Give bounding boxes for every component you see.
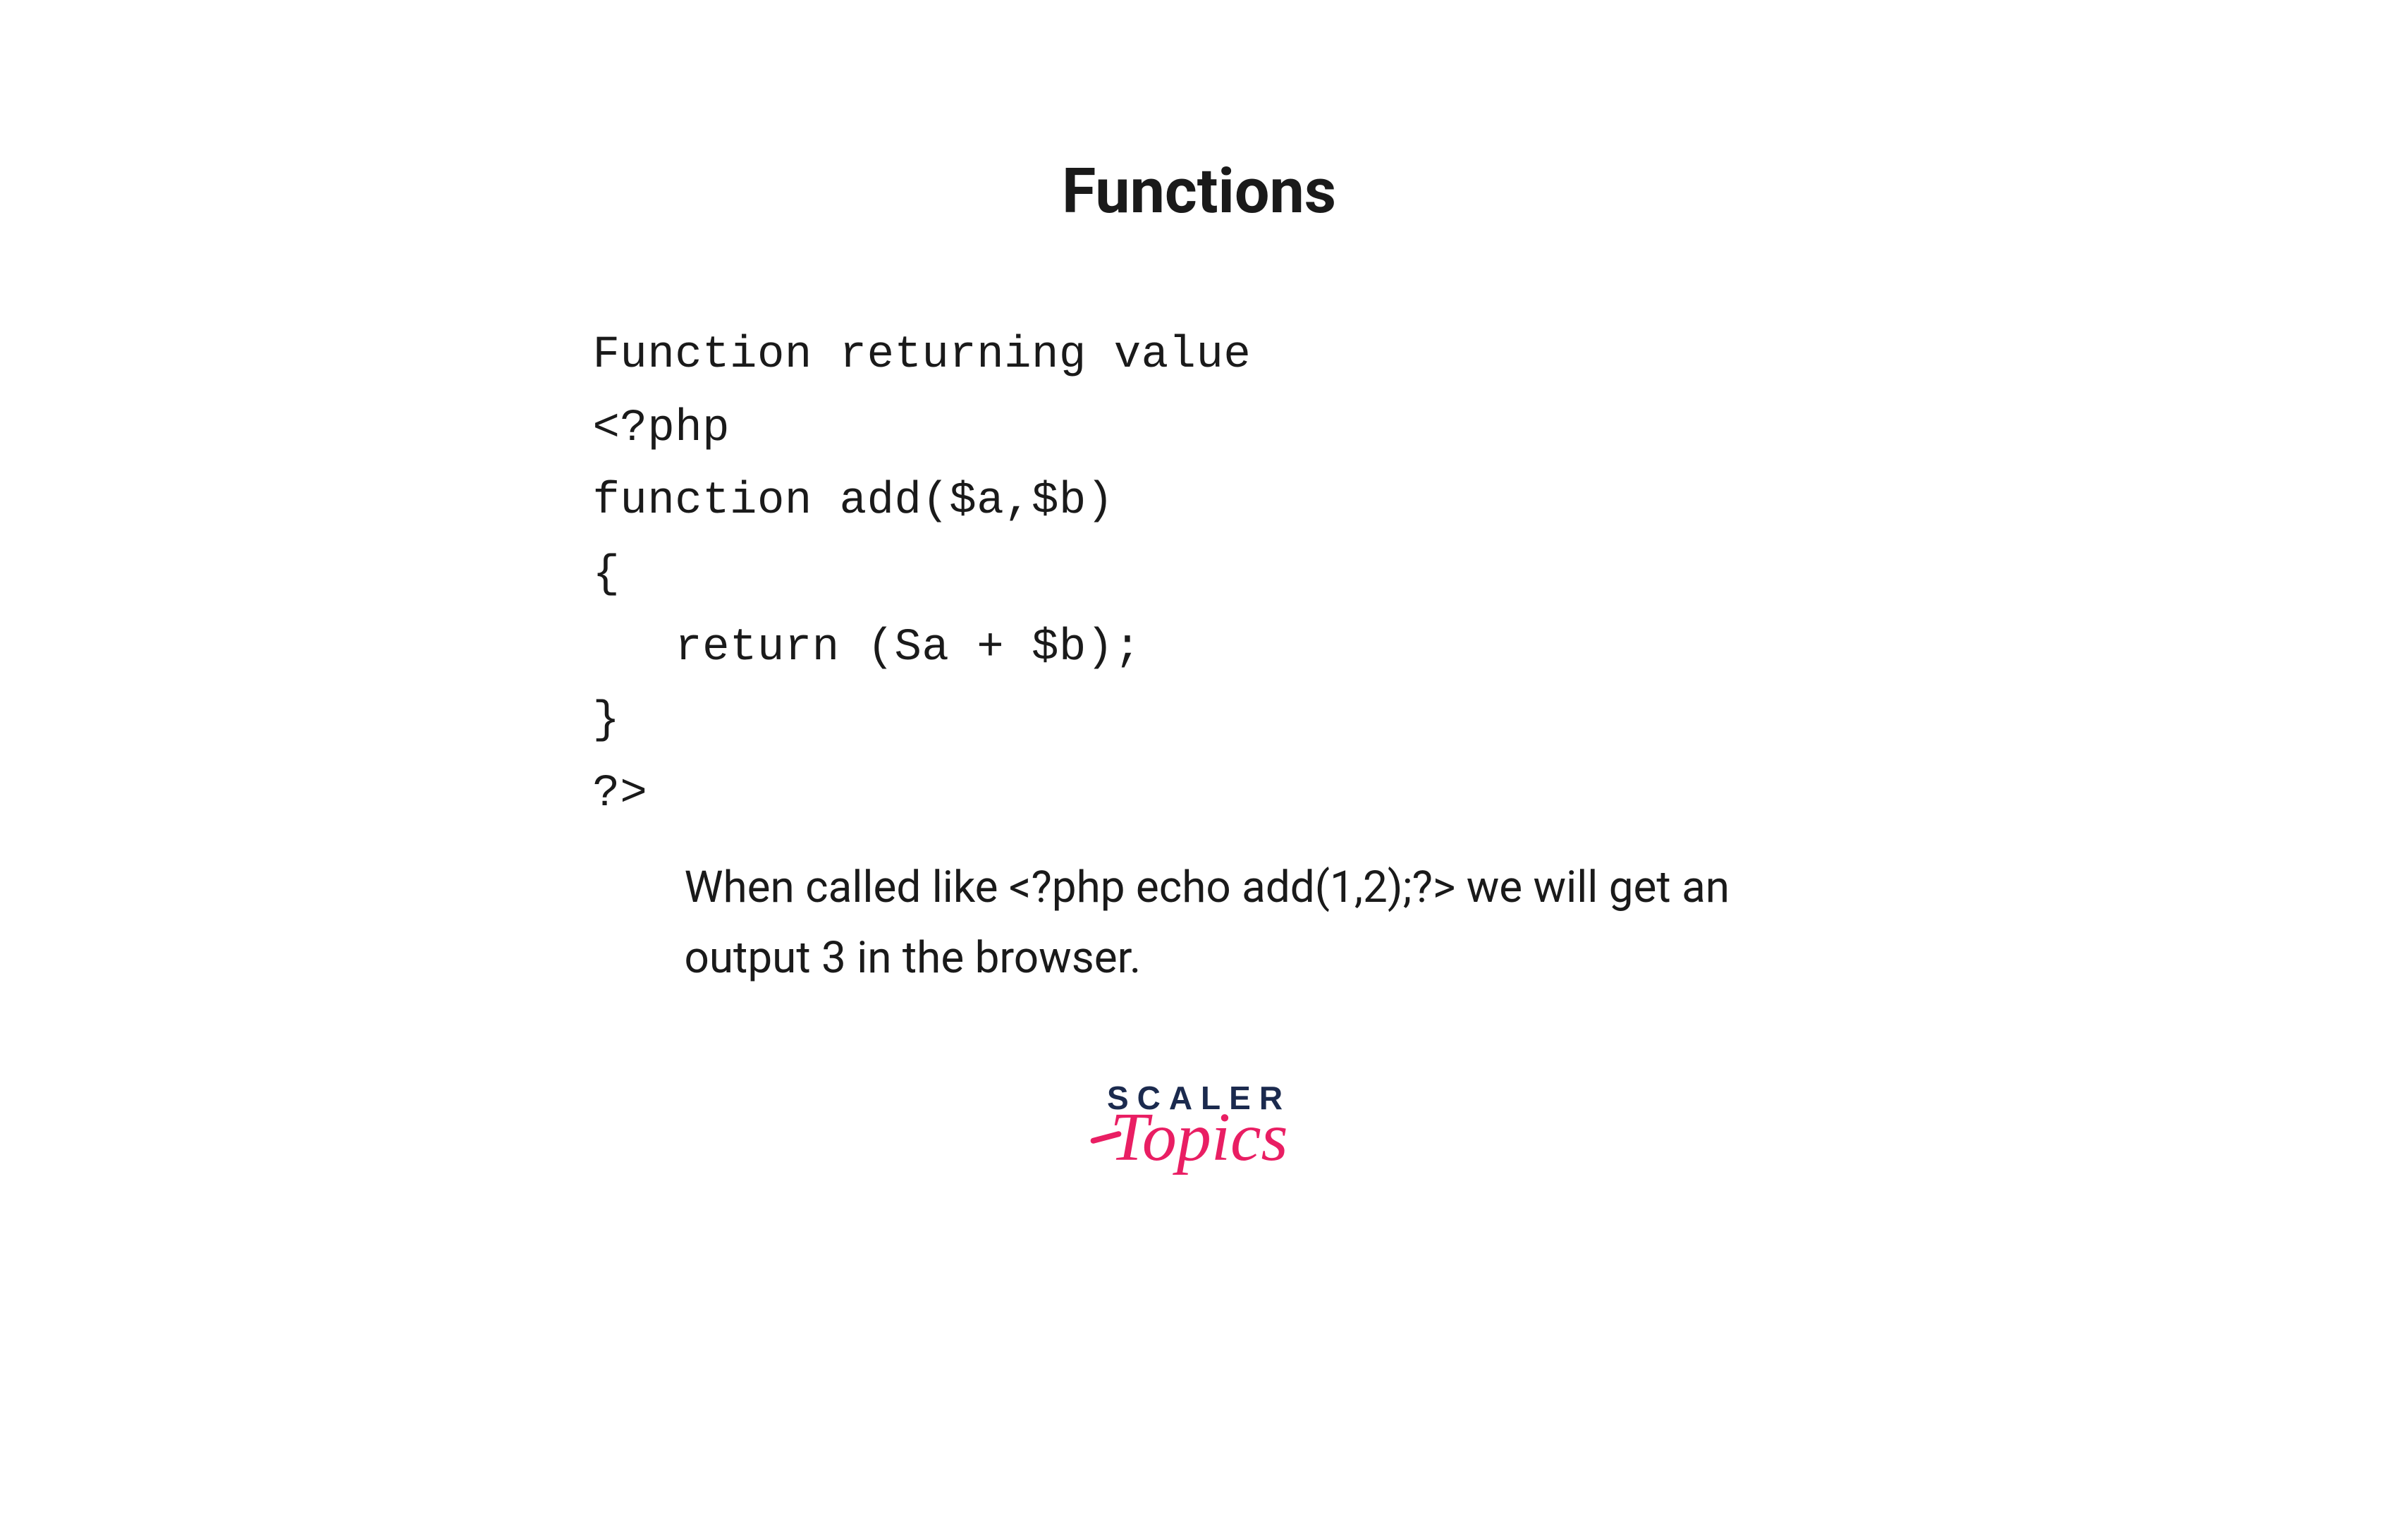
code-line-4: { <box>593 549 620 600</box>
code-block: Function returning value <?php function … <box>593 319 1252 831</box>
code-line-3: function add($a,$b) <box>593 476 1114 527</box>
explanation-text: When called like <?php echo add(1,2);?> … <box>685 853 1792 994</box>
page-title: Functions <box>1062 155 1336 228</box>
code-line-5: return (Sa + $b); <box>593 623 1142 673</box>
logo-product-text: Topics <box>1110 1103 1287 1172</box>
code-line-1: Function returning value <box>593 330 1252 381</box>
brand-logo: SCALER Topics <box>1107 1079 1291 1172</box>
code-line-2: <?php <box>593 403 730 454</box>
content-wrapper: Function returning value <?php function … <box>593 319 1806 994</box>
code-line-6: } <box>593 695 620 746</box>
code-line-7: ?> <box>593 769 648 819</box>
